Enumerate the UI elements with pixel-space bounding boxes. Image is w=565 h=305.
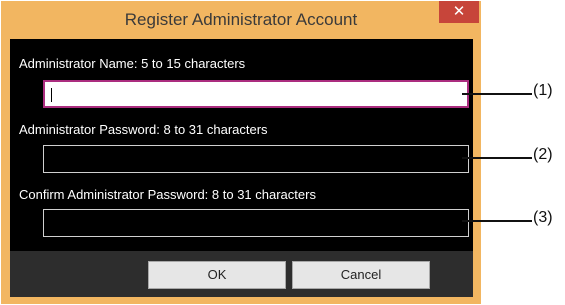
ok-button[interactable]: OK (148, 261, 286, 289)
confirm-password-label: Confirm Administrator Password: 8 to 31 … (19, 187, 316, 202)
button-bar: OK Cancel (10, 251, 473, 297)
confirm-password-input[interactable] (43, 209, 469, 237)
admin-name-label: Administrator Name: 5 to 15 characters (19, 56, 246, 71)
admin-name-input[interactable] (43, 80, 469, 108)
title-bar[interactable]: Register Administrator Account ✕ (1, 1, 481, 38)
admin-password-input[interactable] (43, 145, 469, 173)
callout-line-1 (462, 93, 532, 95)
close-icon: ✕ (452, 3, 466, 20)
text-caret (51, 88, 52, 102)
callout-label-2: (2) (533, 146, 553, 163)
callout-label-1: (1) (533, 82, 553, 99)
cancel-button[interactable]: Cancel (292, 261, 430, 289)
callout-line-2 (462, 157, 532, 159)
admin-password-label: Administrator Password: 8 to 31 characte… (19, 122, 268, 137)
callout-line-3 (462, 220, 532, 222)
dialog-title: Register Administrator Account (124, 10, 358, 29)
close-button[interactable]: ✕ (439, 1, 479, 23)
dialog-content: Administrator Name: 5 to 15 characters A… (10, 39, 473, 251)
register-admin-dialog: Register Administrator Account ✕ Adminis… (1, 1, 481, 304)
callout-label-3: (3) (533, 209, 553, 226)
